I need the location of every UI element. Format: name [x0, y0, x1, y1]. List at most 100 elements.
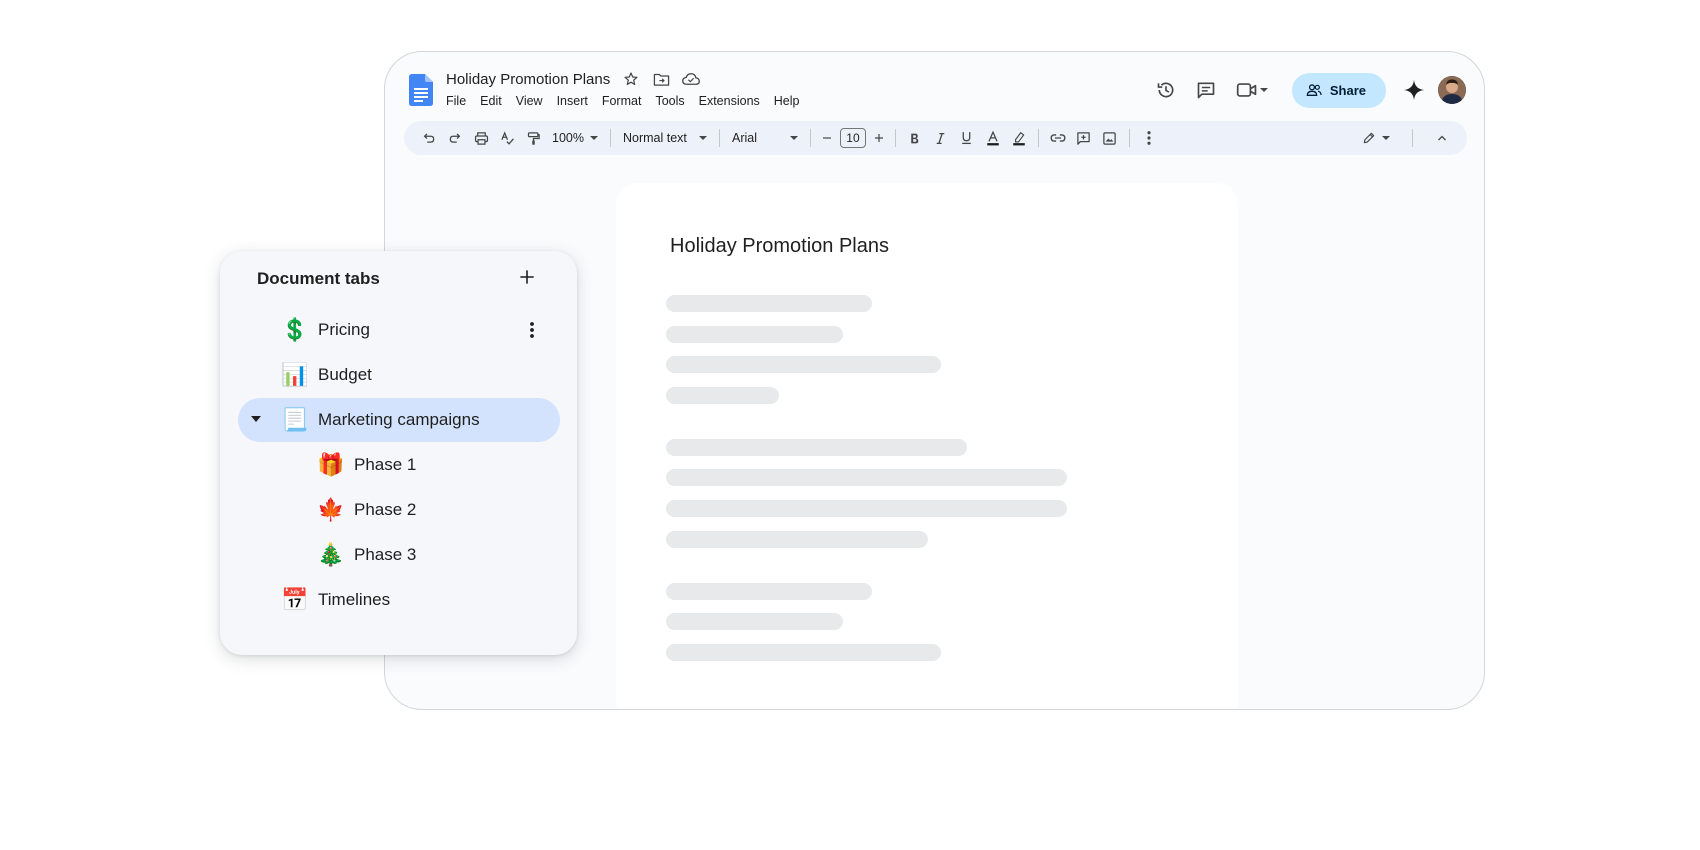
tab-label: Phase 2: [354, 500, 417, 519]
spellcheck-icon[interactable]: [494, 125, 520, 151]
editing-mode-dropdown[interactable]: [1356, 125, 1396, 151]
document-page-icon: 📃: [281, 407, 309, 432]
tab-marketing-campaigns[interactable]: 📃 Marketing campaigns: [238, 398, 560, 442]
tab-pricing[interactable]: 💲 Pricing: [238, 308, 560, 352]
version-history-icon[interactable]: [1146, 72, 1186, 108]
undo-icon[interactable]: [416, 125, 442, 151]
people-icon: [1306, 84, 1322, 96]
tab-label: Phase 3: [354, 545, 417, 564]
toolbar-divider: [894, 129, 896, 147]
tab-budget[interactable]: 📊 Budget: [238, 353, 560, 397]
doc-title-row: Holiday Promotion Plans: [446, 70, 701, 88]
user-avatar[interactable]: [1438, 76, 1466, 104]
toolbar-divider: [718, 129, 720, 147]
move-folder-icon[interactable]: [652, 70, 670, 88]
chevron-down-icon: [698, 136, 707, 140]
menu-edit[interactable]: Edit: [473, 92, 509, 110]
bold-icon[interactable]: [902, 125, 928, 151]
skeleton-line: [666, 387, 779, 404]
meet-button[interactable]: [1226, 72, 1278, 108]
video-camera-icon: [1236, 83, 1257, 97]
tab-more-options-icon[interactable]: [520, 318, 544, 342]
chevron-down-icon: [1259, 88, 1268, 92]
toolbar-divider: [809, 129, 811, 147]
menu-help[interactable]: Help: [767, 92, 807, 110]
menu-file[interactable]: File: [446, 92, 473, 110]
stage: Holiday Promotion Plans File Edit View I…: [0, 0, 1700, 850]
chevron-down-icon: [789, 136, 798, 140]
decrease-font-size-icon[interactable]: [817, 125, 837, 151]
gift-icon: 🎁: [317, 452, 345, 477]
skeleton-line: [666, 469, 1067, 486]
share-button[interactable]: Share: [1291, 72, 1386, 108]
toolbar-divider: [1037, 129, 1039, 147]
tabs-panel-title: Document tabs: [257, 269, 380, 288]
menu-tools[interactable]: Tools: [648, 92, 691, 110]
share-label: Share: [1329, 82, 1366, 98]
chevron-down-icon: [589, 136, 598, 140]
insert-image-icon[interactable]: [1097, 125, 1123, 151]
paragraph-style-dropdown[interactable]: Normal text: [617, 125, 713, 151]
tab-timelines[interactable]: 📅 Timelines: [238, 578, 560, 622]
pencil-icon: [1363, 132, 1375, 144]
menu-format[interactable]: Format: [595, 92, 649, 110]
font-size-input[interactable]: 10: [839, 128, 866, 148]
menu-view[interactable]: View: [509, 92, 550, 110]
tab-phase-3[interactable]: 🎄 Phase 3: [238, 533, 560, 577]
docs-logo-icon[interactable]: [409, 74, 433, 106]
tab-label: Marketing campaigns: [318, 410, 480, 429]
toolbar-divider: [1412, 129, 1413, 147]
menu-insert[interactable]: Insert: [550, 92, 595, 110]
toolbar-right: [1356, 125, 1455, 151]
christmas-tree-icon: 🎄: [317, 542, 345, 567]
highlight-color-icon[interactable]: [1006, 125, 1032, 151]
skeleton-line: [666, 583, 872, 600]
more-options-icon[interactable]: [1136, 125, 1162, 151]
document-tabs-panel: Document tabs 💲 Pricing 📊 Budget 📃 Marke…: [220, 251, 577, 655]
menu-extensions[interactable]: Extensions: [692, 92, 767, 110]
redo-icon[interactable]: [442, 125, 468, 151]
menu-bar: File Edit View Insert Format Tools Exten…: [446, 92, 807, 110]
comments-icon[interactable]: [1186, 72, 1226, 108]
formatting-toolbar: 100% Normal text Arial 10: [404, 121, 1467, 155]
cloud-status-icon[interactable]: [682, 70, 701, 88]
add-comment-icon[interactable]: [1071, 125, 1097, 151]
tab-label: Phase 1: [354, 455, 417, 474]
page-heading: Holiday Promotion Plans: [670, 235, 889, 257]
calendar-icon: 📅: [281, 587, 309, 612]
skeleton-line: [666, 356, 941, 373]
chevron-up-icon[interactable]: [1429, 125, 1455, 151]
star-icon[interactable]: [622, 70, 640, 88]
skeleton-line: [666, 326, 843, 343]
font-dropdown[interactable]: Arial: [726, 125, 804, 151]
insert-link-icon[interactable]: [1045, 125, 1071, 151]
underline-icon[interactable]: [954, 125, 980, 151]
add-tab-button[interactable]: [515, 265, 539, 289]
tab-label: Budget: [318, 365, 372, 384]
tab-phase-2[interactable]: 🍁 Phase 2: [238, 488, 560, 532]
maple-leaf-icon: 🍁: [317, 497, 345, 522]
paint-format-icon[interactable]: [520, 125, 546, 151]
tab-label: Pricing: [318, 320, 370, 339]
doc-title[interactable]: Holiday Promotion Plans: [446, 71, 610, 88]
bar-chart-icon: 📊: [281, 362, 309, 387]
text-color-icon[interactable]: [980, 125, 1006, 151]
italic-icon[interactable]: [928, 125, 954, 151]
skeleton-line: [666, 644, 941, 661]
zoom-value: 100%: [552, 131, 584, 145]
zoom-dropdown[interactable]: 100%: [546, 125, 604, 151]
font-value: Arial: [731, 131, 757, 145]
paragraph-style-value: Normal text: [622, 131, 687, 145]
skeleton-line: [666, 295, 872, 312]
tab-label: Timelines: [318, 590, 391, 609]
expand-triangle-icon[interactable]: [251, 416, 261, 422]
document-page[interactable]: Holiday Promotion Plans: [616, 183, 1238, 709]
tab-phase-1[interactable]: 🎁 Phase 1: [238, 443, 560, 487]
gemini-sparkle-icon[interactable]: [1394, 72, 1434, 108]
print-icon[interactable]: [468, 125, 494, 151]
increase-font-size-icon[interactable]: [869, 125, 889, 151]
skeleton-line: [666, 531, 928, 548]
title-bar: Holiday Promotion Plans File Edit View I…: [385, 52, 1484, 116]
chevron-down-icon: [1382, 136, 1390, 140]
skeleton-line: [666, 439, 967, 456]
